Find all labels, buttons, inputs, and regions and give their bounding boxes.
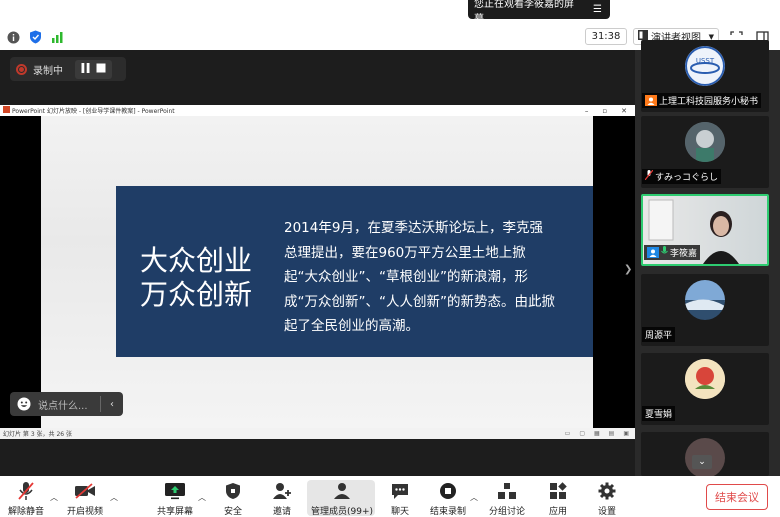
chevron-up-icon[interactable]: ︿ [198,492,206,503]
notes-icon[interactable]: ▭ [565,430,571,437]
invite-button[interactable]: 邀请 [272,481,292,517]
start-video-button[interactable]: 开启视频 [67,481,103,517]
slide-body-text: 2014年9月，在夏季达沃斯论坛上，李克强总理提出，要在960万平方公里土地上掀… [284,220,555,334]
meeting-timer: 31:38 [585,28,627,45]
slide-heading-line-2: 万众创新 [140,278,253,311]
slide-counter: 幻灯片 第 3 张，共 26 张 [3,431,72,438]
info-icon[interactable] [6,30,20,44]
participant-name: すみっコぐらし [642,169,722,184]
chat-input[interactable]: 说点什么... ‹ [10,392,123,416]
stop-icon[interactable] [96,63,106,76]
chevron-right-icon[interactable]: ❯ [624,264,632,275]
participant-tile-active-speaker[interactable]: 李筱嘉 [641,194,769,266]
window-controls: – ▫ ✕ [585,107,635,115]
participant-panel: USST 上理工科技园服务小秘书 すみっコぐらし 李筱嘉 周源平 夏雪娟 ⌄ [635,40,780,476]
slideshow-icon[interactable]: ▣ [623,430,629,437]
sorter-view-icon[interactable]: ▦ [594,430,600,437]
normal-view-icon[interactable]: ▢ [579,430,585,437]
record-icon [16,63,27,75]
unmute-button[interactable]: 解除静音 [8,481,44,517]
avatar: USST [685,46,725,86]
svg-text:USST: USST [696,57,715,65]
manage-members-button[interactable]: 管理成员(99+) [311,481,373,517]
end-recording-button[interactable]: 结束录制 [430,481,466,517]
signal-icon[interactable] [50,30,64,44]
pause-icon[interactable] [81,62,90,76]
participant-name: 夏雪娟 [642,406,676,421]
participant-tile[interactable]: 夏雪娟 [641,353,769,425]
chevron-left-icon[interactable]: ‹ [101,399,123,410]
participant-tile[interactable]: すみっコぐらし [641,116,769,188]
participant-tile[interactable]: 周源平 [641,274,769,346]
slide: 大众创业 万众创新 2014年9月，在夏季达沃斯论坛上，李克强总理提出，要在96… [41,116,593,428]
chevron-up-icon[interactable]: ︿ [50,492,58,503]
chevron-up-icon[interactable]: ︿ [470,492,478,503]
settings-button[interactable]: 设置 [598,481,616,517]
slide-heading: 大众创业 万众创新 [140,244,280,312]
apps-icon [549,481,567,501]
mic-muted-icon [17,481,35,501]
recording-label: 录制中 [33,65,63,77]
chat-button[interactable]: 聊天 [391,481,409,517]
shield-icon[interactable] [28,30,42,44]
chevron-up-icon[interactable]: ︿ [110,492,118,503]
participant-tile[interactable] [641,432,769,476]
minimize-icon[interactable]: – [585,107,589,115]
avatar [685,359,725,399]
recording-controls [75,59,112,79]
ppt-view-controls: ▭ ▢ ▦ ▤ ▣ [565,430,635,437]
participant-name: 周源平 [642,327,676,342]
slide-content-box: 大众创业 万众创新 2014年9月，在夏季达沃斯论坛上，李克强总理提出，要在96… [116,186,593,357]
slide-heading-line-1: 大众创业 [140,244,253,277]
meeting-toolbar: 解除静音 ︿ 开启视频 ︿ 共享屏幕 ︿ 安全 邀请 管理成员(99+) 聊天 … [0,476,780,517]
participant-name: 上理工科技园服务小秘书 [642,93,762,108]
screen-share-banner[interactable]: 您正在观看李筱嘉的屏幕 ☰ [468,0,610,25]
share-screen-icon [164,481,186,501]
emoji-icon[interactable] [10,397,38,411]
person-icon [645,95,657,106]
chat-placeholder: 说点什么... [38,400,88,412]
menu-icon[interactable]: ☰ [593,4,602,15]
mic-muted-icon [644,169,654,183]
meeting-window: 您正在观看李筱嘉的屏幕 ☰ 31:38 演讲者视图 ▼ 录制中 PowerPoi… [0,0,780,517]
security-button[interactable]: 安全 [224,481,242,517]
breakout-icon [497,481,517,501]
mic-icon [661,246,668,259]
ppt-title-bar: PowerPoint 幻灯片放映 - [创业导学课件教案] - PowerPoi… [0,105,635,116]
participant-tile[interactable]: USST 上理工科技园服务小秘书 [641,40,769,112]
restore-icon[interactable]: ▫ [602,107,607,115]
add-user-icon [272,481,292,501]
avatar [685,280,725,320]
ppt-window-title: PowerPoint 幻灯片放映 - [创业导学课件教案] - PowerPoi… [12,108,175,115]
powerpoint-icon [3,106,10,115]
apps-button[interactable]: 应用 [549,481,567,517]
share-screen-button[interactable]: 共享屏幕 [157,481,193,517]
video-off-icon [74,481,96,501]
recording-indicator: 录制中 [10,57,126,81]
ppt-status-bar: 幻灯片 第 3 张，共 26 张 ▭ ▢ ▦ ▤ ▣ [0,428,635,439]
end-meeting-button[interactable]: 结束会议 [706,484,768,510]
share-banner-text: 您正在观看李筱嘉的屏幕 [474,0,574,25]
record-stop-icon [439,481,457,501]
members-icon [333,481,351,501]
breakout-rooms-button[interactable]: 分组讨论 [489,481,525,517]
chat-icon [391,481,409,501]
close-icon[interactable]: ✕ [621,107,627,115]
shield-icon [225,481,241,501]
reading-view-icon[interactable]: ▤ [609,430,615,437]
powerpoint-window: PowerPoint 幻灯片放映 - [创业导学课件教案] - PowerPoi… [0,105,635,439]
shared-screen-area: 录制中 PowerPoint 幻灯片放映 - [创业导学课件教案] - Powe… [0,50,635,476]
person-icon [647,247,659,258]
chevron-down-icon[interactable]: ⌄ [692,455,712,469]
gear-icon [598,481,616,501]
participant-name: 李筱嘉 [644,245,701,260]
avatar [685,122,725,162]
